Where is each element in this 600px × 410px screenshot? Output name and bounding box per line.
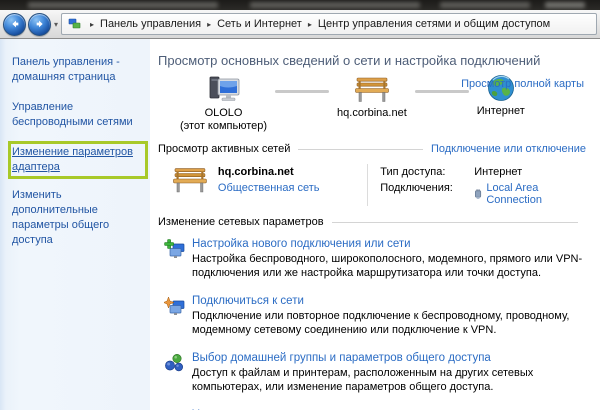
map-node-computer[interactable]: OLOLO (этот компьютер) bbox=[180, 74, 267, 133]
blurred-title-text bbox=[440, 2, 530, 8]
bench-icon bbox=[173, 168, 207, 193]
page-title: Просмотр основных сведений о сети и наст… bbox=[158, 53, 541, 68]
address-bar[interactable]: ▸ Панель управления ▸ Сеть и Интернет ▸ … bbox=[61, 13, 597, 35]
breadcrumb-arrow: ▸ bbox=[307, 19, 312, 29]
blurred-title-text bbox=[250, 2, 420, 8]
task-text: Настройка нового подключения или сети На… bbox=[192, 238, 586, 280]
task-desc: Настройка беспроводного, широкополосного… bbox=[192, 253, 583, 279]
task-new-connection: Настройка нового подключения или сети На… bbox=[164, 238, 586, 280]
active-networks-header-row: Просмотр активных сетей Подключение или … bbox=[158, 143, 586, 155]
task-icon-wrap bbox=[164, 238, 192, 280]
back-button[interactable] bbox=[3, 12, 26, 36]
background-window-strip bbox=[0, 0, 600, 10]
forward-arrow-icon bbox=[36, 20, 43, 28]
window-body: Панель управления - домашняя страница Уп… bbox=[0, 39, 600, 410]
recent-pages-dropdown[interactable]: ▾ bbox=[54, 20, 58, 29]
view-full-map-link[interactable]: Просмотр полной карты bbox=[461, 78, 584, 90]
task-desc: Доступ к файлам и принтерам, расположенн… bbox=[192, 367, 534, 393]
bench-icon bbox=[355, 77, 389, 102]
network-settings-header: Изменение сетевых параметров bbox=[158, 216, 324, 228]
map-connector-line bbox=[414, 90, 469, 93]
main-content: Просмотр основных сведений о сети и наст… bbox=[150, 39, 600, 410]
sidebar-item-control-panel-home[interactable]: Панель управления - домашняя страница bbox=[12, 55, 144, 85]
task-text: Подключиться к сети Подключение или повт… bbox=[192, 295, 586, 337]
task-connect-to-network: Подключиться к сети Подключение или повт… bbox=[164, 295, 586, 337]
connect-network-icon bbox=[164, 296, 185, 315]
task-title-new-connection[interactable]: Настройка нового подключения или сети bbox=[192, 238, 586, 250]
divider-line bbox=[367, 164, 369, 206]
task-icon-wrap bbox=[164, 295, 192, 337]
connection-name: Local Area Connection bbox=[486, 182, 542, 206]
local-area-connection-link[interactable]: Local Area Connection bbox=[474, 182, 586, 206]
map-node-label: hq.corbina.net bbox=[337, 107, 407, 119]
map-node-label: OLOLO bbox=[204, 107, 243, 119]
task-title-homegroup-sharing[interactable]: Выбор домашней группы и параметров общег… bbox=[192, 352, 586, 364]
active-network-identity: hq.corbina.net Общественная сеть bbox=[208, 164, 367, 194]
breadcrumb-arrow: ▸ bbox=[90, 19, 95, 29]
active-network-card: hq.corbina.net Общественная сеть Тип дос… bbox=[172, 164, 586, 206]
network-details: Тип доступа: Интернет Подключения: Local… bbox=[380, 164, 586, 206]
connect-disconnect-link[interactable]: Подключение или отключение bbox=[431, 143, 586, 155]
map-connector-line bbox=[275, 90, 330, 93]
forward-button[interactable] bbox=[28, 12, 51, 36]
access-type-label: Тип доступа: bbox=[380, 166, 446, 178]
new-connection-icon bbox=[164, 239, 185, 258]
active-networks-header: Просмотр активных сетей bbox=[158, 143, 291, 155]
sidebar: Панель управления - домашняя страница Уп… bbox=[0, 39, 150, 410]
network-category-link[interactable]: Общественная сеть bbox=[218, 182, 367, 194]
access-type-value: Интернет bbox=[474, 166, 523, 178]
network-sharing-center-window: ▾ ▸ Панель управления ▸ Сеть и Интернет … bbox=[0, 0, 600, 410]
computer-icon bbox=[209, 76, 239, 101]
network-center-icon bbox=[68, 18, 81, 29]
network-map-section: Просмотр полной карты OLOLO (этот компью… bbox=[158, 74, 586, 133]
sidebar-item-change-adapter-settings[interactable]: Изменение параметров адаптера bbox=[8, 141, 148, 179]
network-settings-tasks: Настройка нового подключения или сети На… bbox=[164, 238, 586, 410]
map-node-network[interactable]: hq.corbina.net bbox=[337, 74, 407, 120]
task-desc: Подключение или повторное подключение к … bbox=[192, 310, 570, 336]
connections-label: Подключения: bbox=[380, 182, 453, 194]
blurred-title-text bbox=[28, 2, 218, 8]
divider-line bbox=[298, 148, 423, 150]
map-node-sublabel: (этот компьютер) bbox=[180, 120, 268, 132]
navigation-bar: ▾ ▸ Панель управления ▸ Сеть и Интернет … bbox=[0, 10, 600, 39]
task-title-connect-to-network[interactable]: Подключиться к сети bbox=[192, 295, 586, 307]
map-node-label: Интернет bbox=[476, 105, 525, 117]
network-name: hq.corbina.net bbox=[217, 166, 294, 178]
ethernet-connector-icon bbox=[475, 189, 482, 199]
task-icon-wrap bbox=[164, 352, 192, 394]
back-arrow-icon bbox=[11, 20, 18, 28]
task-text: Выбор домашней группы и параметров общег… bbox=[192, 352, 586, 394]
breadcrumb-network-sharing-center[interactable]: Центр управления сетями и общим доступом bbox=[318, 18, 550, 30]
sidebar-item-manage-wireless[interactable]: Управление беспроводными сетями bbox=[12, 100, 144, 130]
divider-line bbox=[331, 221, 578, 223]
blurred-window-controls bbox=[545, 2, 585, 8]
homegroup-icon bbox=[165, 354, 183, 372]
sidebar-item-advanced-sharing-settings[interactable]: Изменить дополнительные параметры общего… bbox=[12, 188, 144, 248]
breadcrumb-control-panel[interactable]: Панель управления bbox=[100, 18, 201, 30]
breadcrumb-network-internet[interactable]: Сеть и Интернет bbox=[217, 18, 302, 30]
network-settings-header-row: Изменение сетевых параметров bbox=[158, 216, 586, 228]
task-homegroup-sharing: Выбор домашней группы и параметров общег… bbox=[164, 352, 586, 394]
breadcrumb-arrow: ▸ bbox=[207, 19, 212, 29]
